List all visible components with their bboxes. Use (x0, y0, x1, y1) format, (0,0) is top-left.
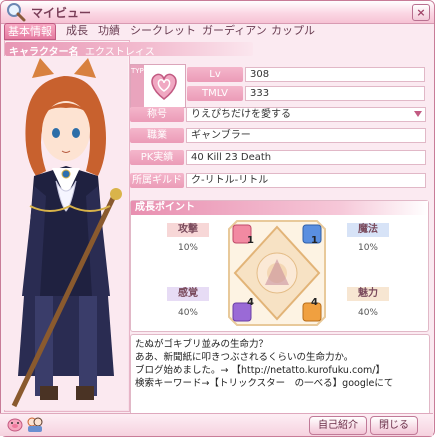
charm-points: 4 (311, 297, 318, 308)
bottom-bar (0, 413, 433, 436)
sense-points: 4 (247, 297, 254, 308)
pk-row: PK実績 40 Kill 23 Death (130, 150, 427, 165)
magic-label: 魔法 (347, 223, 389, 237)
message-line: たぬがゴキブリ並みの生命力？ (135, 339, 269, 350)
pk-label: PK実績 (130, 150, 184, 165)
tab-bar: 基本情報 成長 功績 シークレット ガーディアン カップル (4, 23, 434, 40)
growth-points-panel: 成長ポイント 攻撃 10% 魔法 10% 感覚 40% 魅力 40% 1 1 4… (130, 200, 429, 332)
guild-row: 所属ギルド ク-リトル-リトル (130, 173, 427, 188)
lv-label: Lv (187, 67, 243, 82)
attack-label: 攻撃 (167, 223, 209, 237)
type-label: TYPE (131, 65, 148, 107)
dropdown-arrow-icon[interactable] (414, 111, 422, 117)
tmlv-row: TMLV 333 (187, 86, 427, 101)
profile-message-box: たぬがゴキブリ並みの生命力？ ああ、新聞紙に叩きつぶされるくらいの生命力か。 ブ… (130, 334, 430, 416)
title-bar[interactable]: マイビュー × (1, 1, 434, 24)
tab-couple[interactable]: カップル (271, 23, 315, 38)
tmlv-value: 333 (245, 86, 425, 101)
magnifier-icon (7, 3, 26, 22)
title-row: 称号 りえぴちだけを愛する (130, 107, 427, 122)
sense-value: 40% (177, 308, 198, 318)
guild-label: 所属ギルド (130, 173, 184, 188)
heart-spiral-icon (151, 73, 177, 100)
guild-value: ク-リトル-リトル (186, 173, 426, 188)
title-label: 称号 (130, 107, 184, 122)
tab-secret[interactable]: シークレット (130, 23, 196, 38)
title-select[interactable]: りえぴちだけを愛する (186, 107, 426, 122)
charm-label: 魅力 (347, 287, 389, 301)
lv-row: Lv 308 (187, 67, 427, 82)
message-line: 検索キーワード→【トリックスター の一べる】googleにて (135, 378, 394, 389)
magic-points: 1 (311, 235, 318, 246)
character-portrait (4, 56, 128, 410)
close-window-button[interactable]: × (412, 4, 430, 21)
job-row: 職業 ギャンブラー (130, 128, 427, 143)
pig-icon[interactable] (6, 415, 24, 433)
message-line: ブログ始めました。→ 【http://netatto.kurofuku.com/… (135, 365, 385, 376)
attack-value: 10% (177, 243, 198, 253)
sense-label: 感覚 (167, 287, 209, 301)
window-title: マイビュー (31, 6, 92, 20)
tab-basic-info[interactable]: 基本情報 (4, 23, 56, 40)
job-label: 職業 (130, 128, 184, 143)
job-value: ギャンブラー (186, 128, 426, 143)
title-select-value: りえぴちだけを愛する (191, 109, 291, 120)
charm-value: 40% (357, 308, 378, 318)
character-name-bar: キャラクター名 エクストレィス (5, 42, 253, 58)
lv-value: 308 (245, 67, 425, 82)
self-introduction-button[interactable]: 自己紹介 (309, 416, 367, 435)
tab-growth[interactable]: 成長 (66, 23, 88, 38)
message-line: ああ、新聞紙に叩きつぶされるくらいの生命力か。 (135, 352, 354, 363)
tmlv-label: TMLV (187, 86, 243, 101)
tab-achievements[interactable]: 功績 (98, 23, 120, 38)
close-button[interactable]: 閉じる (370, 416, 418, 435)
magic-value: 10% (357, 243, 378, 253)
attack-points: 1 (247, 235, 254, 246)
pk-value: 40 Kill 23 Death (186, 150, 426, 165)
type-emblem: TYPE (130, 64, 186, 108)
growth-points-title: 成長ポイント (131, 201, 428, 215)
couple-icon[interactable] (26, 415, 44, 433)
tab-guardian[interactable]: ガーディアン (202, 23, 267, 38)
